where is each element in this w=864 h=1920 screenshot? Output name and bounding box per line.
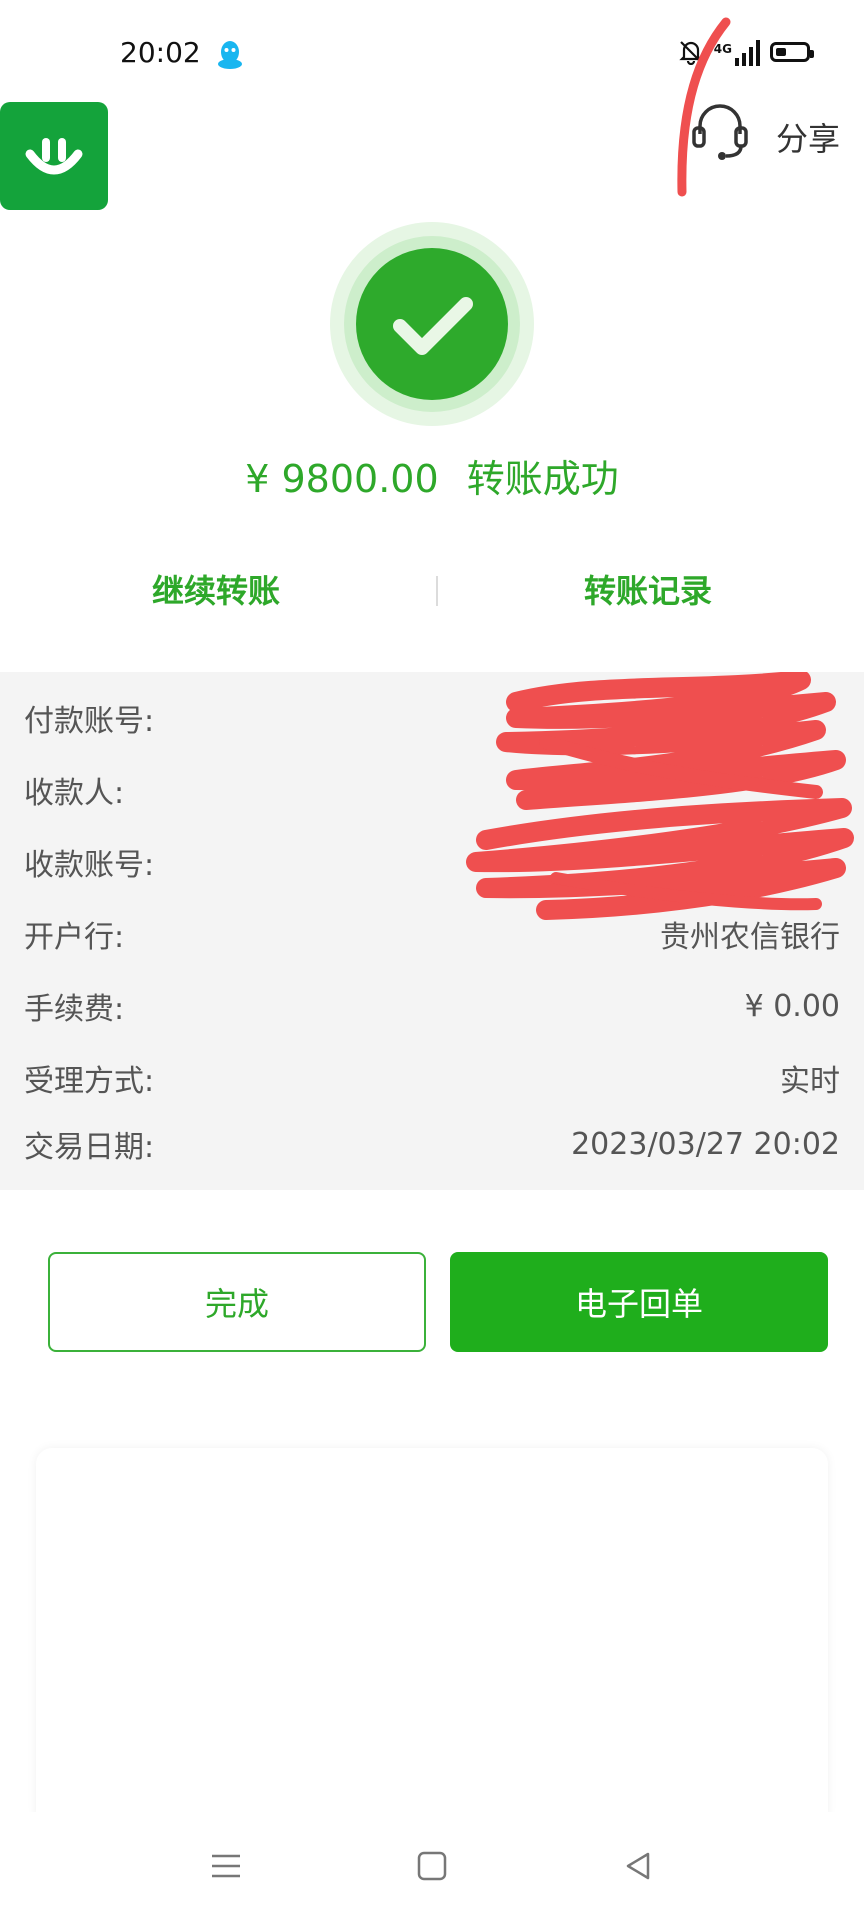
smile-logo-icon bbox=[25, 138, 83, 175]
qq-icon bbox=[218, 41, 242, 69]
transfer-records-link[interactable]: 转账记录 bbox=[432, 566, 864, 612]
success-badge bbox=[356, 248, 508, 400]
battery-icon bbox=[770, 42, 814, 62]
detail-label: 收款人: bbox=[24, 776, 125, 811]
detail-label: 手续费: bbox=[24, 992, 125, 1027]
done-button[interactable]: 完成 bbox=[48, 1252, 426, 1352]
detail-label: 交易日期: bbox=[24, 1130, 155, 1165]
detail-label: 付款账号: bbox=[24, 704, 155, 739]
status-time: 20:02 bbox=[120, 36, 201, 69]
e-receipt-button[interactable]: 电子回单 bbox=[450, 1252, 828, 1352]
menu-icon[interactable] bbox=[210, 1850, 242, 1882]
transfer-details: 付款账号: 收款人: 收款账号: 开户行: 贵州农信银行 手续费: ¥ 0.00… bbox=[0, 672, 864, 1190]
transfer-status: 转账成功 bbox=[466, 457, 619, 501]
detail-value: ¥ 0.00 bbox=[744, 988, 840, 1024]
detail-row-date: 交易日期: 2023/03/27 20:02 bbox=[24, 1116, 840, 1172]
continue-transfer-link[interactable]: 继续转账 bbox=[0, 566, 432, 612]
checkmark-icon bbox=[393, 297, 473, 355]
detail-row-mode: 受理方式: 实时 bbox=[24, 1050, 840, 1106]
detail-row-fee: 手续费: ¥ 0.00 bbox=[24, 978, 840, 1034]
app-logo[interactable] bbox=[0, 102, 108, 210]
redaction-scribble bbox=[466, 672, 854, 920]
share-button[interactable]: 分享 bbox=[776, 114, 840, 160]
home-icon[interactable] bbox=[416, 1850, 448, 1882]
detail-value: 实时 bbox=[780, 1064, 840, 1099]
detail-label: 受理方式: bbox=[24, 1064, 155, 1099]
success-message: ¥ 9800.00 转账成功 bbox=[0, 448, 864, 503]
detail-label: 收款账号: bbox=[24, 848, 155, 883]
promo-card bbox=[36, 1448, 828, 1828]
detail-value: 2023/03/27 20:02 bbox=[571, 1126, 840, 1162]
detail-label: 开户行: bbox=[24, 920, 125, 955]
transfer-amount: ¥ 9800.00 bbox=[245, 457, 439, 501]
back-icon[interactable] bbox=[622, 1850, 654, 1882]
red-marker-stroke bbox=[677, 17, 731, 197]
